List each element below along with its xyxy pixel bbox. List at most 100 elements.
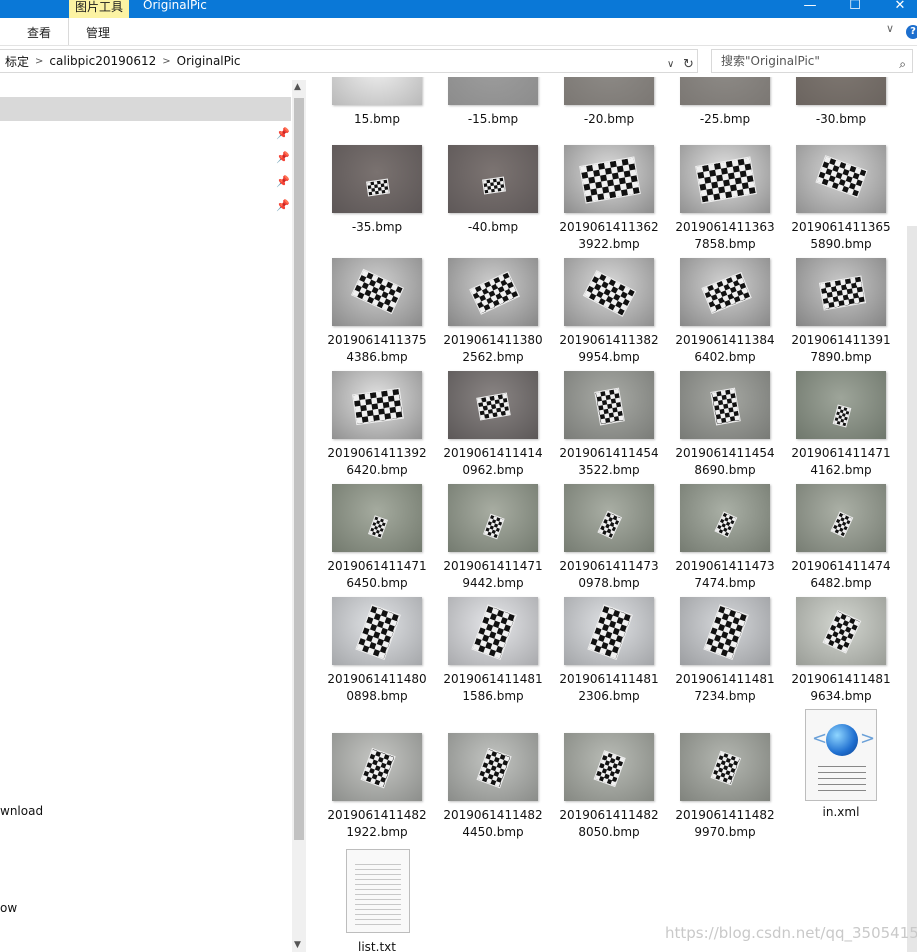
file-thumbnail[interactable] — [680, 371, 770, 439]
file-thumbnail[interactable] — [680, 597, 770, 665]
text-file-icon[interactable] — [346, 849, 410, 933]
angle-bracket-left-icon: < — [812, 728, 828, 749]
checkerboard-image — [368, 515, 388, 539]
file-thumbnail[interactable] — [448, 484, 538, 552]
file-thumbnail[interactable] — [796, 77, 886, 105]
file-name-line: 2019061411392 — [327, 446, 427, 460]
file-thumbnail[interactable] — [796, 371, 886, 439]
tab-view[interactable]: 查看 — [27, 24, 51, 41]
help-icon[interactable]: ? — [906, 25, 917, 39]
file-thumbnail[interactable] — [332, 258, 422, 326]
nav-selected-item[interactable] — [0, 97, 291, 121]
picture-tools-context-tab[interactable]: 图片工具 — [69, 0, 129, 18]
file-thumbnail[interactable] — [448, 371, 538, 439]
angle-bracket-right-icon: > — [860, 728, 876, 749]
file-name: 2019061411481 2306.bmp — [555, 671, 663, 705]
maximize-button[interactable]: ☐ — [840, 0, 870, 13]
file-name-line: -35.bmp — [351, 220, 403, 234]
file-thumbnail[interactable] — [680, 484, 770, 552]
file-name: 2019061411481 9634.bmp — [787, 671, 895, 705]
file-name-line: 0978.bmp — [578, 576, 640, 590]
file-thumbnail[interactable] — [332, 77, 422, 105]
file-thumbnail[interactable] — [564, 597, 654, 665]
expand-ribbon-chevron-icon[interactable]: ∨ — [886, 22, 894, 35]
file-thumbnail[interactable] — [332, 597, 422, 665]
file-thumbnail[interactable] — [332, 484, 422, 552]
file-thumbnail[interactable] — [564, 145, 654, 213]
file-thumbnail[interactable] — [564, 258, 654, 326]
checkerboard-image — [703, 604, 749, 660]
minimize-button[interactable]: — — [795, 0, 825, 13]
file-name: 2019061411384 6402.bmp — [671, 332, 779, 366]
file-name: 2019061411481 7234.bmp — [671, 671, 779, 705]
checkerboard-image — [711, 387, 741, 425]
file-name-line: 1922.bmp — [346, 825, 408, 839]
xml-file-icon[interactable]: < > — [805, 709, 877, 801]
file-thumbnail[interactable] — [332, 733, 422, 801]
search-icon[interactable]: ⌕ — [899, 53, 906, 75]
file-name-line: 2019061411454 — [675, 446, 775, 460]
checkerboard-image — [701, 272, 751, 314]
file-thumbnail[interactable] — [796, 258, 886, 326]
file-thumbnail[interactable] — [796, 597, 886, 665]
search-input[interactable]: 搜索"OriginalPic" ⌕ — [711, 49, 913, 73]
file-name-line: 2019061411481 — [791, 672, 891, 686]
file-thumbnail[interactable] — [564, 371, 654, 439]
file-name-line: 2019061411380 — [443, 333, 543, 347]
tab-manage[interactable]: 管理 — [86, 24, 110, 41]
file-name: 2019061411365 5890.bmp — [787, 219, 895, 253]
nav-scrollbar-thumb[interactable] — [294, 98, 304, 840]
file-name-line: 2306.bmp — [578, 689, 640, 703]
breadcrumb-calibpic[interactable]: calibpic20190612 — [49, 54, 156, 68]
file-name: 2019061411482 9970.bmp — [671, 807, 779, 841]
breadcrumb-separator-icon[interactable]: > — [35, 56, 43, 67]
file-name-line: 2019061411471 — [443, 559, 543, 573]
file-name-line: 2019061411474 — [791, 559, 891, 573]
file-thumbnail[interactable] — [564, 77, 654, 105]
file-thumbnail[interactable] — [680, 77, 770, 105]
breadcrumb-originalpic[interactable]: OriginalPic — [177, 54, 241, 68]
file-name: 2019061411471 4162.bmp — [787, 445, 895, 479]
file-name-line: 2019061411363 — [675, 220, 775, 234]
file-thumbnail[interactable] — [332, 371, 422, 439]
breadcrumb-calibration[interactable]: 标定 — [5, 53, 29, 70]
pin-icon[interactable]: 📌 — [276, 199, 290, 212]
file-thumbnail[interactable] — [680, 733, 770, 801]
file-thumbnail[interactable] — [564, 484, 654, 552]
file-name: 2019061411481 1586.bmp — [439, 671, 547, 705]
file-name-line: 9634.bmp — [810, 689, 872, 703]
file-thumbnail[interactable] — [680, 145, 770, 213]
text-lines — [818, 766, 866, 792]
pin-icon[interactable]: 📌 — [276, 175, 290, 188]
file-thumbnail[interactable] — [448, 733, 538, 801]
nav-item-window[interactable]: ow — [0, 901, 17, 915]
file-name-line: 2019061411375 — [327, 333, 427, 347]
file-thumbnail[interactable] — [448, 145, 538, 213]
scroll-down-arrow-icon[interactable]: ▼ — [294, 940, 301, 950]
file-thumbnail[interactable] — [448, 77, 538, 105]
file-thumbnail[interactable] — [796, 145, 886, 213]
file-thumbnail[interactable] — [564, 733, 654, 801]
file-name: 2019061411414 0962.bmp — [439, 445, 547, 479]
file-name: 2019061411392 6420.bmp — [323, 445, 431, 479]
close-button[interactable]: ✕ — [885, 0, 915, 13]
file-thumbnail[interactable] — [448, 597, 538, 665]
address-bar[interactable]: 标定 > calibpic20190612 > OriginalPic ∨ ↻ — [0, 49, 698, 73]
file-name-line: 15.bmp — [353, 112, 400, 126]
file-view-scrollbar[interactable] — [907, 226, 917, 952]
file-thumbnail[interactable] — [796, 484, 886, 552]
refresh-icon[interactable]: ↻ — [683, 57, 694, 72]
checkerboard-image — [818, 275, 866, 311]
nav-item-download[interactable]: wnload — [0, 804, 43, 818]
pin-icon[interactable]: 📌 — [276, 127, 290, 140]
scroll-up-arrow-icon[interactable]: ▲ — [294, 82, 301, 92]
address-dropdown-icon[interactable]: ∨ — [667, 59, 674, 70]
file-thumbnail[interactable] — [448, 258, 538, 326]
breadcrumb-separator-icon[interactable]: > — [162, 56, 170, 67]
pin-icon[interactable]: 📌 — [276, 151, 290, 164]
file-thumbnail[interactable] — [680, 258, 770, 326]
file-name-line: 9954.bmp — [578, 350, 640, 364]
file-thumbnail[interactable] — [332, 145, 422, 213]
file-name-line: 5890.bmp — [810, 237, 872, 251]
file-name-line: 4162.bmp — [810, 463, 872, 477]
